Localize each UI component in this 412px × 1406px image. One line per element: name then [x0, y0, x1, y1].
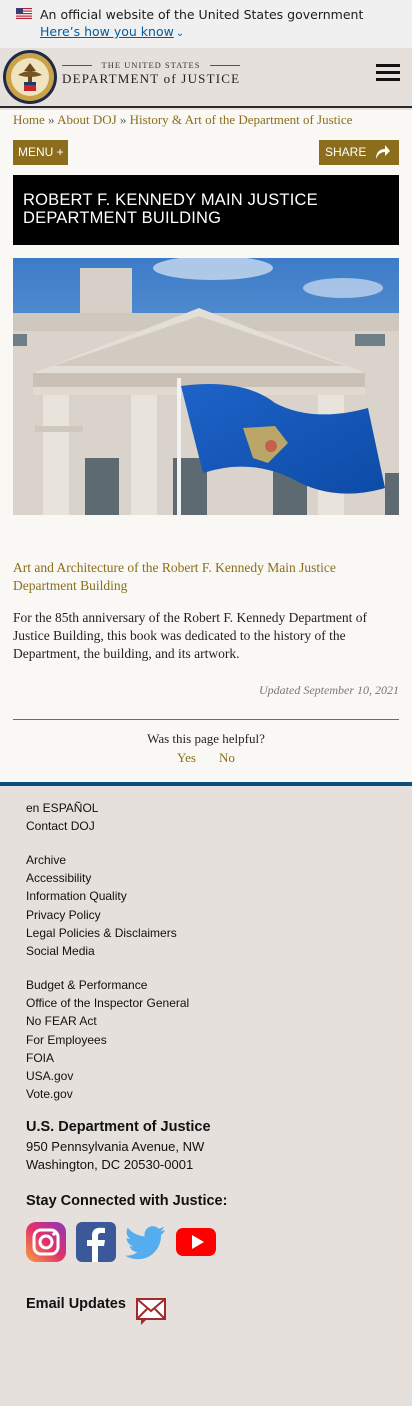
hamburger-menu-icon[interactable]: [376, 64, 400, 84]
footer-links-group-2: Archive Accessibility Information Qualit…: [26, 851, 177, 960]
breadcrumb-history-art[interactable]: History & Art of the Department of Justi…: [130, 112, 353, 127]
footer-link-votegov[interactable]: Vote.gov: [26, 1085, 189, 1103]
chevron-down-icon: ⌄: [175, 28, 185, 39]
stay-connected-heading: Stay Connected with Justice:: [26, 1193, 228, 1209]
footer-link-espanol[interactable]: en ESPAÑOL: [26, 799, 98, 817]
page-title-box: ROBERT F. KENNEDY MAIN JUSTICE DEPARTMEN…: [13, 175, 399, 245]
footer-link-no-fear[interactable]: No FEAR Act: [26, 1012, 189, 1030]
footer-link-archive[interactable]: Archive: [26, 851, 177, 869]
footer-link-usagov[interactable]: USA.gov: [26, 1067, 189, 1085]
body-paragraph: For the 85th anniversary of the Robert F…: [13, 610, 367, 661]
address-title: U.S. Department of Justice: [26, 1119, 211, 1135]
share-arrow-icon: [376, 145, 390, 159]
breadcrumb-separator: »: [48, 112, 55, 127]
breadcrumb: Home » About DOJ » History & Art of the …: [13, 112, 352, 128]
site-header: THE UNITED STATES DEPARTMENT of JUSTICE: [0, 48, 412, 108]
footer-link-contact[interactable]: Contact DOJ: [26, 817, 98, 835]
gov-banner-text: An official website of the United States…: [40, 7, 364, 22]
email-updates-link[interactable]: Email Updates: [26, 1296, 126, 1312]
divider: [13, 719, 399, 720]
footer-link-employees[interactable]: For Employees: [26, 1031, 189, 1049]
site-footer: en ESPAÑOL Contact DOJ Archive Accessibi…: [0, 786, 412, 1406]
footer-link-budget[interactable]: Budget & Performance: [26, 976, 189, 994]
youtube-icon[interactable]: [175, 1221, 217, 1263]
footer-link-information-quality[interactable]: Information Quality: [26, 887, 177, 905]
breadcrumb-about-doj[interactable]: About DOJ: [57, 112, 117, 127]
instagram-icon[interactable]: [25, 1221, 67, 1263]
footer-link-oig[interactable]: Office of the Inspector General: [26, 994, 189, 1012]
helpful-no-button[interactable]: No: [219, 750, 235, 766]
main-content: Home » About DOJ » History & Art of the …: [0, 110, 412, 782]
updated-date: Updated September 10, 2021: [259, 683, 399, 697]
footer-link-social-media[interactable]: Social Media: [26, 942, 177, 960]
footer-link-privacy-policy[interactable]: Privacy Policy: [26, 906, 177, 924]
share-label: SHARE: [325, 145, 367, 159]
gov-banner: An official website of the United States…: [0, 0, 412, 48]
heres-how-you-know-label: Here’s how you know: [40, 24, 174, 39]
twitter-icon[interactable]: [125, 1221, 167, 1263]
heres-how-you-know-link[interactable]: Here’s how you know ⌄: [40, 24, 184, 39]
footer-link-accessibility[interactable]: Accessibility: [26, 869, 177, 887]
facebook-icon[interactable]: [75, 1221, 117, 1263]
address-line-1: 950 Pennsylvania Avenue, NW: [26, 1139, 205, 1154]
doj-seal-logo[interactable]: [2, 49, 58, 105]
page-title: ROBERT F. KENNEDY MAIN JUSTICE DEPARTMEN…: [23, 191, 318, 227]
wordmark-rule-right: [210, 65, 240, 66]
menu-button[interactable]: MENU +: [13, 140, 68, 165]
art-architecture-link[interactable]: Art and Architecture of the Robert F. Ke…: [13, 559, 399, 595]
helpful-question: Was this page helpful?: [147, 731, 265, 746]
footer-links-group-1: en ESPAÑOL Contact DOJ: [26, 799, 98, 835]
address-line-2: Washington, DC 20530-0001: [26, 1157, 194, 1172]
footer-links-group-3: Budget & Performance Office of the Inspe…: [26, 976, 189, 1103]
share-button[interactable]: SHARE: [319, 140, 399, 165]
footer-link-foia[interactable]: FOIA: [26, 1049, 189, 1067]
breadcrumb-separator: »: [119, 112, 127, 127]
helpful-yes-button[interactable]: Yes: [177, 750, 196, 766]
building-flag-photo: [13, 258, 399, 515]
breadcrumb-home[interactable]: Home: [13, 112, 45, 127]
footer-link-legal-policies[interactable]: Legal Policies & Disclaimers: [26, 924, 177, 942]
email-envelope-icon[interactable]: [135, 1296, 167, 1326]
wordmark-main[interactable]: DEPARTMENT of JUSTICE: [62, 71, 240, 87]
us-flag-icon: [16, 8, 32, 19]
